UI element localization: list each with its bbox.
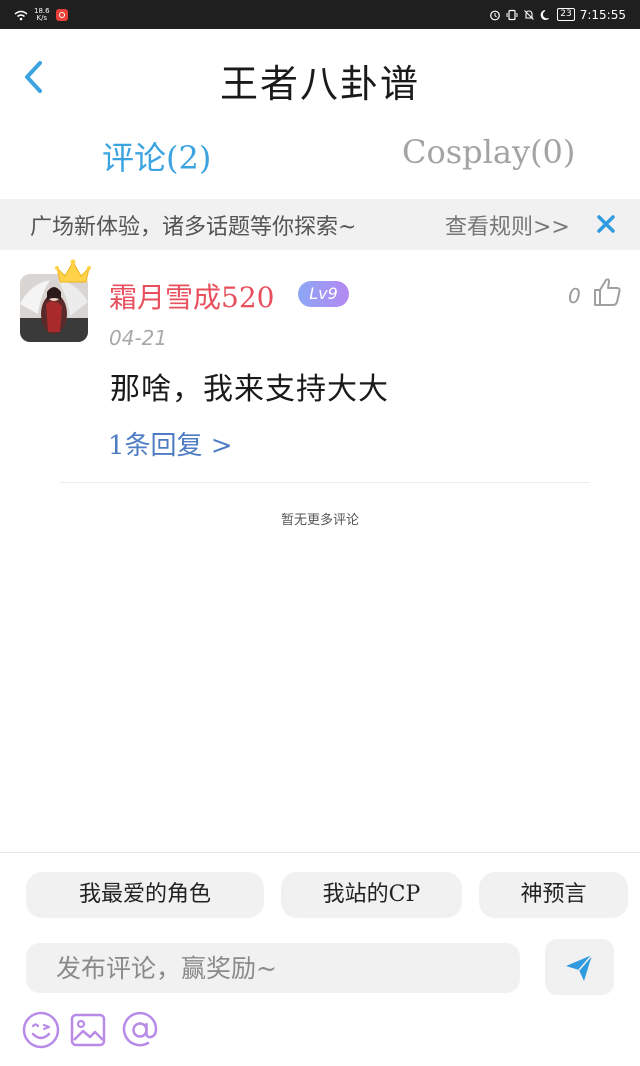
mute-bell-icon bbox=[524, 9, 535, 20]
status-left: 18.6 K/s bbox=[14, 6, 68, 24]
send-button[interactable] bbox=[545, 939, 614, 995]
comment-body: 那啥，我来支持大大 bbox=[110, 372, 389, 407]
topic-chip-my-cp[interactable]: 我站的CP bbox=[281, 872, 462, 918]
comment-date: 04-21 bbox=[109, 326, 168, 350]
close-icon bbox=[597, 215, 615, 233]
net-speed: 18.6 K/s bbox=[34, 8, 50, 22]
status-right: 23 7:15:55 bbox=[489, 5, 626, 24]
tab-comments[interactable]: 评论(2) bbox=[102, 133, 211, 179]
divider bbox=[60, 482, 590, 483]
comment-input[interactable] bbox=[26, 943, 520, 993]
notice-text: 广场新体验，诸多话题等你探索~ bbox=[30, 215, 357, 240]
header: 王者八卦谱 bbox=[0, 29, 640, 113]
page-title: 王者八卦谱 bbox=[219, 62, 420, 106]
net-speed-unit: K/s bbox=[36, 14, 48, 22]
thumbs-up-icon bbox=[594, 278, 621, 306]
topic-chip-prophecy[interactable]: 神预言 bbox=[479, 872, 628, 918]
battery-level: 23 bbox=[557, 8, 575, 21]
tab-cosplay[interactable]: Cosplay(0) bbox=[402, 133, 575, 171]
level-badge: Lv9 bbox=[298, 281, 349, 307]
tab-bar: 评论(2) Cosplay(0) bbox=[0, 113, 640, 199]
notice-bar: 广场新体验，诸多话题等你探索~ 查看规则>> bbox=[0, 199, 640, 250]
replies-link[interactable]: 1条回复 > bbox=[108, 425, 233, 462]
like-count: 0 bbox=[568, 284, 581, 308]
mention-icon bbox=[122, 1011, 158, 1047]
comment-composer: 我最爱的角色 我站的CP 神预言 bbox=[0, 852, 640, 1066]
view-rules-link[interactable]: 查看规则>> bbox=[445, 209, 570, 241]
no-more-comments-text: 暂无更多评论 bbox=[280, 513, 359, 528]
image-icon bbox=[70, 1013, 106, 1047]
moon-icon bbox=[540, 9, 550, 20]
emoji-icon bbox=[22, 1011, 60, 1049]
mention-button[interactable] bbox=[120, 1010, 160, 1050]
alarm-icon bbox=[490, 10, 501, 20]
clock-time: 7:15:55 bbox=[579, 7, 626, 22]
image-button[interactable] bbox=[68, 1010, 108, 1050]
status-bar: 18.6 K/s 23 7:15:55 bbox=[0, 0, 640, 29]
send-icon bbox=[566, 954, 593, 981]
topic-chip-favorite-character[interactable]: 我最爱的角色 bbox=[26, 872, 264, 918]
vibrate-icon bbox=[506, 9, 518, 20]
notice-close-button[interactable] bbox=[592, 210, 620, 238]
emoji-button[interactable] bbox=[21, 1010, 61, 1050]
comment-item: 霜月雪成520 Lv9 0 04-21 那啥，我来支持大大 1条回复 > bbox=[0, 250, 640, 484]
wifi-icon bbox=[14, 10, 28, 20]
comment-username[interactable]: 霜月雪成520 bbox=[109, 276, 274, 316]
like-button[interactable] bbox=[592, 276, 622, 308]
crown-icon bbox=[55, 259, 91, 283]
notification-app-icon bbox=[55, 9, 68, 21]
